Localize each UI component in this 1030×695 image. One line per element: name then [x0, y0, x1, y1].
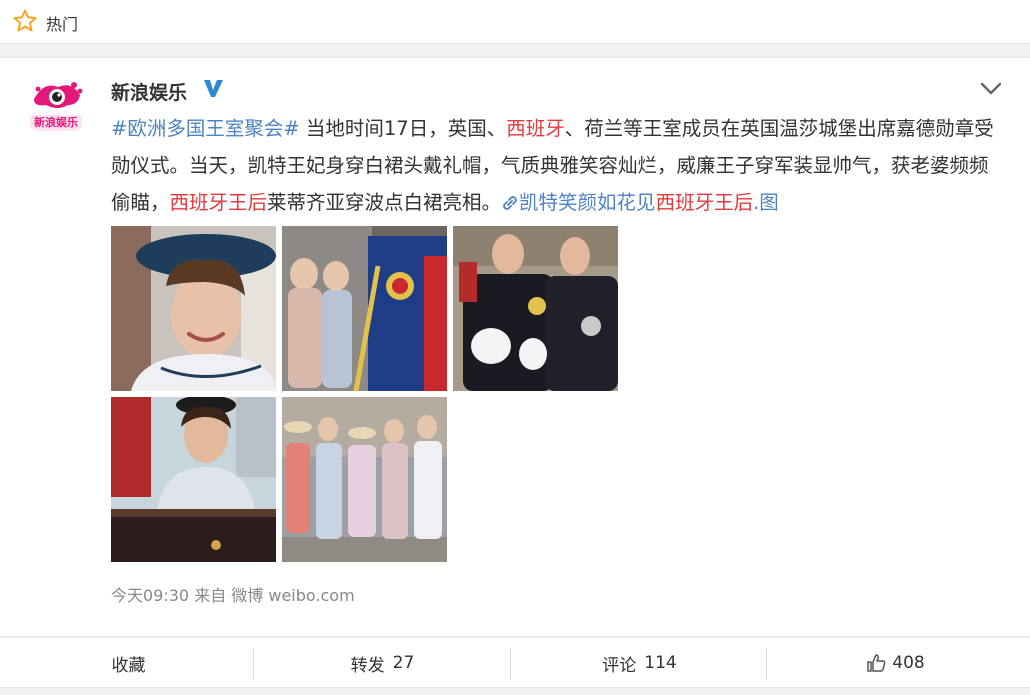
- verified-icon: [204, 80, 223, 97]
- article-link[interactable]: 凯特笑颜如花见西班牙王后.图: [501, 191, 779, 214]
- photo-kate-smiling[interactable]: [111, 226, 276, 391]
- keyword-highlight[interactable]: 西班牙: [506, 117, 565, 140]
- link-keyword: 西班牙王后: [655, 191, 754, 214]
- hot-label[interactable]: 热门: [46, 11, 78, 35]
- link-text: 凯特笑颜如花见: [519, 191, 656, 214]
- link-text: .图: [753, 191, 779, 214]
- avatar-logo-text: 新浪娱乐: [34, 116, 78, 129]
- top-bar: 热门: [0, 0, 1030, 44]
- topic-hashtag[interactable]: #欧洲多国王室聚会#: [111, 117, 300, 140]
- action-bar: 收藏 转发 27 评论 114 408: [0, 638, 1030, 688]
- avatar[interactable]: 新浪娱乐: [24, 75, 88, 139]
- favorite-button[interactable]: 收藏: [0, 638, 257, 688]
- comment-label: 评论: [602, 655, 637, 676]
- post-text-part: 莱蒂齐亚穿波点白裙亮相。: [267, 191, 502, 214]
- link-icon: [503, 196, 517, 210]
- photo-royals-procession[interactable]: [282, 226, 447, 391]
- keyword-highlight[interactable]: 西班牙王后: [170, 191, 268, 214]
- post-meta: 今天09:30 来自 微博 weibo.com: [111, 586, 355, 605]
- photo-royal-ladies-group[interactable]: [282, 397, 447, 562]
- photo-william-and-felipe[interactable]: [453, 226, 618, 391]
- author-name[interactable]: 新浪娱乐: [111, 78, 187, 105]
- comment-button[interactable]: 评论 114: [511, 638, 768, 688]
- photo-queen-letizia-carriage[interactable]: [111, 397, 276, 562]
- thumbs-up-icon: [867, 654, 886, 672]
- repost-label: 转发: [350, 655, 385, 676]
- post-text: #欧洲多国王室聚会# 当地时间17日，英国、西班牙、荷兰等王室成员在英国温莎城堡…: [111, 110, 1001, 221]
- post-text-part: 当地时间17日，英国、: [299, 117, 507, 140]
- weibo-post-card: 新浪娱乐 新浪娱乐 #欧洲多国王室聚会# 当地时间17日，英国、西班牙、荷兰等王…: [0, 57, 1030, 637]
- favorite-label: 收藏: [111, 655, 146, 676]
- repost-button[interactable]: 转发 27: [254, 638, 511, 688]
- like-button[interactable]: 408: [767, 638, 1024, 688]
- like-count: 408: [892, 653, 925, 673]
- repost-count: 27: [392, 653, 415, 673]
- star-icon[interactable]: [12, 8, 38, 34]
- chevron-down-icon[interactable]: [980, 82, 1002, 96]
- comment-count: 114: [644, 653, 677, 673]
